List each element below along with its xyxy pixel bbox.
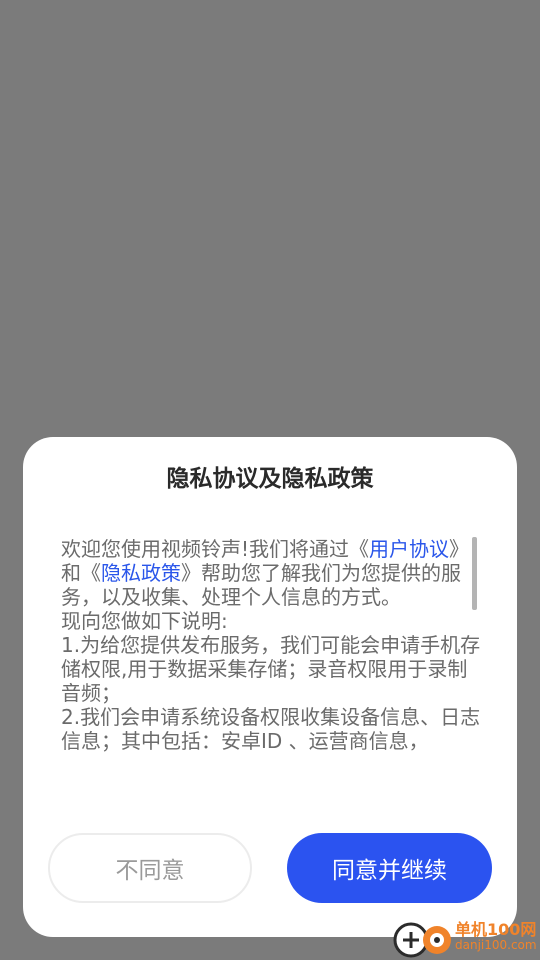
content-p4: 2.我们会申请系统设备权限收集设备信息、日志信息；其中包括：安卓ID 、运营商信… [61, 705, 481, 753]
user-agreement-link[interactable]: 用户协议 [369, 537, 449, 561]
dialog-content-scroll[interactable]: 欢迎您使用视频铃声!我们将通过《用户协议》和《隐私政策》帮助您了解我们为您提供的… [61, 537, 481, 775]
content-scrollbar[interactable] [472, 537, 477, 610]
privacy-policy-link[interactable]: 隐私政策 [101, 561, 181, 585]
content-p3: 1.为给您提供发布服务，我们可能会申请手机存储权限,用于数据采集存储；录音权限用… [61, 633, 481, 705]
dialog-title: 隐私协议及隐私政策 [166, 466, 374, 492]
agree-continue-button[interactable]: 同意并继续 [287, 833, 492, 903]
watermark: 单机100网 danji100.com [391, 916, 540, 960]
watermark-brand: 单机100网 [455, 920, 537, 939]
content-p2: 现向您做如下说明: [61, 609, 228, 633]
privacy-dialog: 隐私协议及隐私政策 欢迎您使用视频铃声!我们将通过《用户协议》和《隐私政策》帮助… [23, 437, 517, 937]
disagree-button[interactable]: 不同意 [48, 833, 252, 903]
content-p1-prefix: 欢迎您使用视频铃声!我们将通过《 [61, 537, 370, 561]
watermark-logo-icon [393, 922, 451, 958]
dialog-content-text: 欢迎您使用视频铃声!我们将通过《用户协议》和《隐私政策》帮助您了解我们为您提供的… [61, 537, 481, 753]
watermark-url: danji100.com [455, 938, 537, 952]
